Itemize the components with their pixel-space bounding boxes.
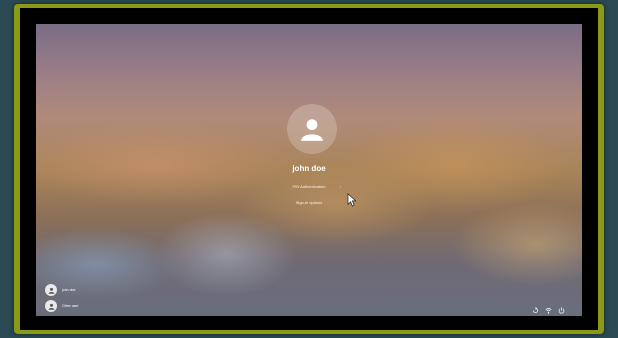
system-tray xyxy=(532,307,565,314)
user-entry-label: john doe xyxy=(62,288,76,292)
user-icon xyxy=(45,284,57,296)
accessibility-icon[interactable] xyxy=(532,307,539,314)
monitor-bezel: john doe PIN Authentication › Sign-in op… xyxy=(14,4,604,334)
mouse-cursor-icon xyxy=(347,193,356,207)
username-label: john doe xyxy=(292,164,326,173)
user-entry-label: Other user xyxy=(62,304,79,308)
pin-authentication-link[interactable]: PIN Authentication xyxy=(36,184,582,189)
user-switcher: john doe Other user xyxy=(45,283,79,315)
power-icon[interactable] xyxy=(558,307,565,314)
user-avatar xyxy=(287,104,337,154)
user-icon xyxy=(45,300,57,312)
user-entry-other-user[interactable]: Other user xyxy=(45,299,79,313)
user-entry-john-doe[interactable]: john doe xyxy=(45,283,79,297)
chevron-right-icon[interactable]: › xyxy=(340,184,341,189)
network-icon[interactable] xyxy=(545,307,552,314)
lock-screen: john doe PIN Authentication › Sign-in op… xyxy=(36,24,582,316)
user-icon xyxy=(301,119,323,141)
screen-border: john doe PIN Authentication › Sign-in op… xyxy=(20,8,598,330)
sign-in-options-link[interactable]: Sign-in options xyxy=(36,200,582,205)
